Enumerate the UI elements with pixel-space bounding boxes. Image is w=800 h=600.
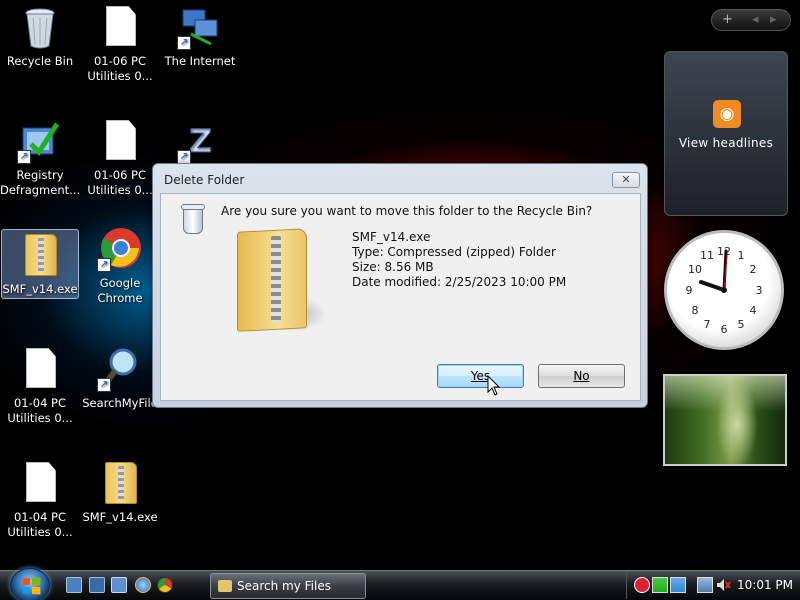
- svg-text:4: 4: [750, 304, 757, 317]
- desktop-icon-label: 01-06 PC Utilities 0...: [87, 54, 153, 83]
- svg-text:9: 9: [686, 284, 693, 297]
- svg-text:8: 8: [692, 304, 699, 317]
- svg-text:6: 6: [721, 323, 728, 336]
- taskbar: Search my Files dow... 10:01 PM: [0, 568, 800, 600]
- desktop[interactable]: Recycle Bin 01-06 PC Utilities 0... ↗ Th…: [0, 0, 800, 570]
- shortcut-arrow-icon: ↗: [177, 36, 191, 50]
- show-desktop-icon[interactable]: [66, 577, 82, 593]
- system-clock[interactable]: 10:01 PM: [737, 578, 793, 592]
- desktop-icon-label: Recycle Bin: [6, 54, 74, 68]
- network-computers-icon: ↗: [177, 4, 223, 50]
- clock-face: 12 12 345 678 91011: [686, 245, 763, 336]
- dialog-body: Are you sure you want to move this folde…: [160, 193, 641, 401]
- desktop-icon-label: 01-04 PC Utilities 0...: [7, 396, 73, 425]
- slideshow-gadget[interactable]: [663, 374, 787, 466]
- shortcut-arrow-icon: ↗: [97, 378, 111, 392]
- file-info: SMF_v14.exe Type: Compressed (zipped) Fo…: [352, 230, 566, 290]
- document-icon: [17, 346, 63, 392]
- svg-text:12: 12: [717, 245, 731, 258]
- chrome-icon: ↗: [97, 226, 143, 272]
- desktop-icon-recycle-bin[interactable]: Recycle Bin: [0, 4, 80, 69]
- desktop-icon-z-app[interactable]: Z ↗: [160, 118, 240, 168]
- z-app-icon: Z ↗: [177, 118, 223, 164]
- shortcut-arrow-icon: ↗: [97, 258, 111, 272]
- chrome-quicklaunch-icon[interactable]: [157, 577, 173, 593]
- desktop-icon-google-chrome[interactable]: ↗ Google Chrome: [80, 226, 160, 306]
- desktop-icon-label: SearchMyFile: [82, 396, 158, 410]
- update-icon[interactable]: [670, 577, 686, 593]
- file-size: Size: 8.56 MB: [352, 260, 434, 274]
- document-icon: [97, 118, 143, 164]
- desktop-icon-label: Registry Defragment...: [0, 168, 81, 197]
- clock-hour-hand: [699, 280, 726, 292]
- desktop-icon-label: SMF_v14.exe: [2, 282, 78, 296]
- zip-folder-icon: [17, 232, 63, 278]
- desktop-icon-pc-utilities-3[interactable]: 01-04 PC Utilities 0...: [0, 346, 80, 426]
- volume-muted-icon[interactable]: [715, 577, 731, 593]
- switch-windows-icon[interactable]: [89, 577, 105, 593]
- desktop-icon-the-internet[interactable]: ↗ The Internet: [160, 4, 240, 69]
- no-button[interactable]: No: [538, 364, 625, 388]
- zip-folder-icon: [231, 226, 331, 338]
- add-gadget-button[interactable]: +: [722, 10, 733, 30]
- document-icon: [17, 460, 63, 506]
- svg-text:5: 5: [738, 318, 745, 331]
- windows-logo-icon: [22, 577, 41, 595]
- svg-text:1: 1: [738, 249, 745, 262]
- gadget-prev-button[interactable]: ◂: [752, 10, 759, 30]
- clock-gadget[interactable]: 12 1 2 345 678 9 10 11: [664, 230, 784, 350]
- shortcut-arrow-icon: ↗: [17, 150, 31, 164]
- zip-folder-icon: [97, 460, 143, 506]
- recycle-bin-icon: [17, 4, 63, 50]
- gadget-next-button[interactable]: ▸: [770, 10, 777, 30]
- rss-icon: ◉: [713, 100, 741, 128]
- yes-button[interactable]: Yes: [437, 364, 524, 388]
- start-button[interactable]: [10, 568, 50, 600]
- recycle-bin-icon: [179, 202, 207, 236]
- dialog-title: Delete Folder: [164, 173, 245, 187]
- document-icon: [97, 4, 143, 50]
- no-button-label: No: [573, 369, 590, 383]
- view-headlines-label: View headlines: [678, 136, 774, 150]
- mouse-pointer-icon: [487, 375, 501, 396]
- network-quicklaunch-icon[interactable]: [111, 577, 127, 593]
- magnifier-icon: ↗: [97, 346, 143, 392]
- network-status-icon[interactable]: [697, 577, 713, 593]
- desktop-icon-smf-zip[interactable]: SMF_v14.exe: [80, 460, 160, 525]
- desktop-icon-pc-utilities-1[interactable]: 01-06 PC Utilities 0...: [80, 4, 160, 84]
- desktop-icon-label: 01-04 PC Utilities 0...: [7, 510, 73, 539]
- svg-text:3: 3: [756, 284, 763, 297]
- svg-text:Z: Z: [189, 122, 212, 160]
- search-app-icon: [218, 580, 232, 592]
- file-name: SMF_v14.exe: [352, 230, 431, 244]
- registry-defrag-icon: ↗: [17, 118, 63, 164]
- desktop-icon-registry-defragment[interactable]: ↗ Registry Defragment...: [0, 118, 80, 198]
- desktop-icon-label: 01-06 PC Utilities 0...: [87, 168, 153, 197]
- task-label: Search my Files dow...: [237, 579, 331, 593]
- desktop-icon-pc-utilities-2[interactable]: 01-06 PC Utilities 0...: [80, 118, 160, 198]
- shortcut-arrow-icon: ↗: [177, 150, 191, 164]
- svg-text:10: 10: [688, 263, 702, 276]
- feed-headlines-gadget[interactable]: ◉ View headlines: [664, 51, 788, 216]
- desktop-icon-label: Google Chrome: [97, 276, 143, 305]
- close-button[interactable]: ✕: [612, 172, 640, 188]
- tray-divider: [626, 573, 627, 599]
- windows-defender-icon[interactable]: [652, 577, 668, 593]
- file-date-modified: Date modified: 2/25/2023 10:00 PM: [352, 275, 567, 289]
- desktop-icon-smf-selected[interactable]: SMF_v14.exe: [1, 229, 79, 299]
- confirm-question: Are you sure you want to move this folde…: [221, 204, 593, 218]
- svg-text:11: 11: [700, 249, 714, 262]
- desktop-icon-label: The Internet: [164, 54, 236, 68]
- taskbar-task-search-my-files[interactable]: Search my Files dow...: [210, 573, 366, 599]
- desktop-icon-pc-utilities-4[interactable]: 01-04 PC Utilities 0...: [0, 460, 80, 540]
- svg-text:7: 7: [704, 318, 711, 331]
- svg-text:2: 2: [750, 263, 757, 276]
- security-alert-icon[interactable]: [634, 577, 650, 593]
- desktop-icon-searchmyfile[interactable]: ↗ SearchMyFile: [80, 346, 160, 411]
- internet-explorer-icon[interactable]: [135, 577, 151, 593]
- gadget-bar: + ◂ ▸: [711, 9, 791, 31]
- file-type: Type: Compressed (zipped) Folder: [352, 245, 556, 259]
- desktop-icon-label: SMF_v14.exe: [82, 510, 158, 524]
- delete-folder-dialog: Delete Folder ✕ Are you sure you want to…: [152, 163, 648, 408]
